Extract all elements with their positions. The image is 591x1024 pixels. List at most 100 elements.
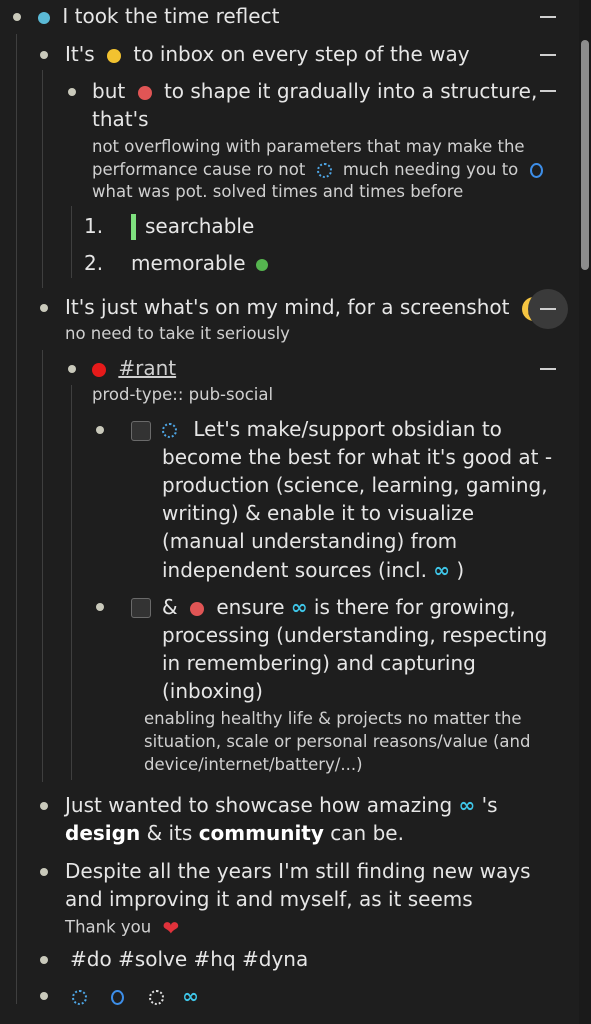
bullet-icon[interactable] <box>40 304 48 312</box>
task-2-subtext: enabling healthy life & projects no matt… <box>144 709 522 728</box>
task-1-line[interactable]: Let's make/support obsidian to <box>162 417 502 441</box>
heart-emoji: ❤ <box>162 916 180 940</box>
infinity-symbol: ∞ <box>182 984 199 1008</box>
task-1-text: become the best for what it's good at - <box>162 445 553 469</box>
ring-icon <box>529 163 543 178</box>
block-5-text-a: Just wanted to showcase how amazing <box>65 793 453 817</box>
task-2-line[interactable]: & ensure ∞ is there for growing, <box>162 595 516 619</box>
bullet-icon[interactable] <box>96 603 104 611</box>
task-2-text: processing (understanding, respecting <box>162 623 548 647</box>
task-2-text: in remembering) and capturing <box>162 651 476 675</box>
task-2-text-b: ensure <box>216 595 285 619</box>
list-item-text: memorable <box>131 251 246 275</box>
bullet-icon[interactable] <box>40 956 48 964</box>
highlight-bar <box>131 214 136 240</box>
bullet-icon[interactable] <box>40 51 48 59</box>
list-item-memorable[interactable]: memorable <box>131 251 274 275</box>
collapse-icon[interactable] <box>540 90 556 92</box>
dashed-circle-icon <box>162 423 177 438</box>
infinity-symbol: ∞ <box>433 558 450 582</box>
task-1-text: (manual understanding) from <box>162 529 458 553</box>
bright-red-dot-icon <box>92 362 106 377</box>
block-5-text-b: 's <box>481 793 498 817</box>
bullet-icon[interactable] <box>40 992 48 1000</box>
indent-guide <box>42 350 43 782</box>
list-item-searchable[interactable]: searchable <box>145 214 254 238</box>
bullet-icon[interactable] <box>68 365 76 373</box>
task-2-text-c: is there for growing, <box>313 595 516 619</box>
block-3-subtext: performance cause ro not much needing yo… <box>92 160 549 179</box>
yellow-dot-icon <box>107 48 122 63</box>
green-dot-icon <box>255 258 268 271</box>
block-5[interactable]: Just wanted to showcase how amazing ∞ 's <box>65 793 498 817</box>
scrollbar-thumb[interactable] <box>581 40 589 270</box>
block-1[interactable]: I took the time reflect <box>38 4 279 28</box>
dashed-circle-icon <box>316 163 332 178</box>
block-6-subtext: Thank you ❤ <box>65 916 179 940</box>
list-number: 1. <box>84 214 104 238</box>
task-1-text: Let's make/support obsidian to <box>193 417 502 441</box>
bullet-icon[interactable] <box>40 802 48 810</box>
checkbox-icon[interactable] <box>131 421 151 441</box>
block-4-text: It's just what's on my mind, for a scree… <box>65 295 510 319</box>
block-3-subtext: not overflowing with parameters that may… <box>92 137 525 156</box>
outline-editor: I took the time reflect It's to inbox on… <box>0 0 591 1024</box>
block-1-text: I took the time reflect <box>62 4 280 28</box>
dashed-circle-icon <box>72 990 87 1005</box>
task-1-text: production (science, learning, gaming, <box>162 473 548 497</box>
indent-guide <box>71 385 72 780</box>
task-1-text-a: independent sources (incl. <box>162 558 427 582</box>
block-4[interactable]: It's just what's on my mind, for a scree… <box>65 295 546 321</box>
infinity-symbol: ∞ <box>290 595 308 619</box>
block-3-subtext: what was pot. solved times and times bef… <box>92 182 464 201</box>
property-line: prod-type:: pub-social <box>92 385 274 404</box>
teal-dot-icon <box>38 11 50 24</box>
block-2[interactable]: It's to inbox on every step of the way <box>65 42 470 66</box>
ring-icon <box>111 990 125 1005</box>
red-dot-icon <box>137 85 152 100</box>
collapse-icon[interactable] <box>540 368 556 370</box>
block-5-text-f: can be. <box>330 821 404 845</box>
block-4-subtext: no need to take it seriously <box>65 324 290 343</box>
block-3-text-a: but <box>92 79 126 103</box>
task-2-text: (inboxing) <box>162 679 263 703</box>
checkbox-icon[interactable] <box>131 598 151 618</box>
symbols-line[interactable]: ∞ <box>66 984 199 1008</box>
block-5-line2: design & its community can be. <box>65 821 404 845</box>
dotted-white-circle-icon <box>148 990 164 1005</box>
list-number: 2. <box>84 251 104 275</box>
block-6-text: and improving it and myself, as it seems <box>65 887 473 911</box>
block-5-text-d: & its <box>146 821 193 845</box>
rant-tag[interactable]: #rant <box>118 356 176 380</box>
block-6-text[interactable]: Despite all the years I'm still finding … <box>65 859 531 883</box>
block-2-text-b: to inbox on every step of the way <box>133 42 470 66</box>
bullet-icon[interactable] <box>13 13 21 21</box>
task-2-text-a: & <box>162 595 178 619</box>
block-3-subtext-a: performance cause ro not <box>92 160 306 179</box>
block-2-text-a: It's <box>65 42 95 66</box>
bullet-icon[interactable] <box>96 426 104 434</box>
indent-guide <box>16 34 17 1004</box>
bold-community: community <box>198 821 324 845</box>
task-1-text: writing) & enable it to visualize <box>162 501 475 525</box>
collapse-icon[interactable] <box>540 16 556 18</box>
task-1-text-b: ) <box>456 558 465 582</box>
bullet-icon[interactable] <box>68 88 76 96</box>
task-2-subtext: situation, scale or personal reasons/val… <box>144 732 531 751</box>
collapse-icon[interactable] <box>540 54 556 56</box>
indent-guide <box>71 206 72 278</box>
collapse-icon[interactable] <box>540 308 556 310</box>
task-1-text: independent sources (incl. ∞ ) <box>162 558 464 582</box>
block-3[interactable]: but to shape it gradually into a structu… <box>92 79 537 103</box>
bullet-icon[interactable] <box>40 868 48 876</box>
bold-design: design <box>65 821 141 845</box>
task-2-subtext: device/internet/battery/...) <box>144 755 363 774</box>
infinity-symbol: ∞ <box>458 793 476 817</box>
block-3-subtext-b: much needing you to <box>342 160 519 179</box>
rant-block[interactable]: #rant <box>92 356 176 380</box>
block-3-text-c: that's <box>92 107 149 131</box>
tags-line[interactable]: #do #solve #hq #dyna <box>70 947 308 971</box>
indent-guide <box>42 70 43 288</box>
block-3-text-b: to shape it gradually into a structure, <box>163 79 538 103</box>
red-dot-icon <box>189 601 204 616</box>
